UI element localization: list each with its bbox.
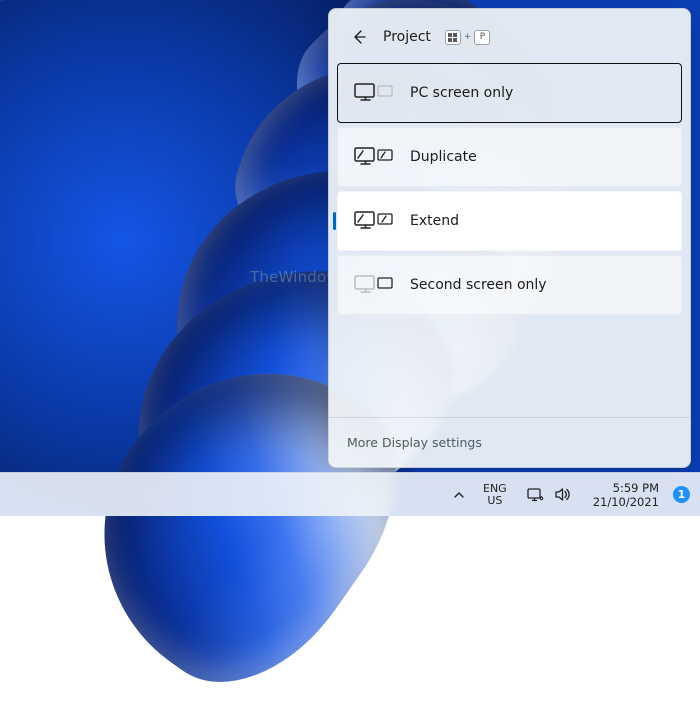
notification-center-button[interactable]: 1 <box>673 486 690 503</box>
flyout-header: Project + P <box>329 13 690 59</box>
system-tray[interactable] <box>519 482 579 507</box>
taskbar-clock[interactable]: 5:59 PM 21/10/2021 <box>585 477 667 513</box>
notification-count: 1 <box>678 488 686 501</box>
option-label: PC screen only <box>410 85 513 101</box>
extend-icon <box>354 210 394 232</box>
option-label: Extend <box>410 213 459 229</box>
option-label: Second screen only <box>410 277 547 293</box>
chevron-up-icon <box>453 489 465 501</box>
pc-screen-only-icon <box>354 82 394 104</box>
tray-overflow-button[interactable] <box>447 483 471 507</box>
network-icon <box>527 486 544 503</box>
second-screen-only-icon <box>354 274 394 296</box>
lang-line1: ENG <box>483 483 507 495</box>
duplicate-icon <box>354 146 394 168</box>
arrow-left-icon <box>351 29 367 45</box>
more-display-settings-link[interactable]: More Display settings <box>347 435 482 450</box>
flyout-title: Project <box>383 29 431 45</box>
volume-icon <box>554 486 571 503</box>
option-extend[interactable]: Extend <box>337 191 682 251</box>
lang-line2: US <box>487 495 502 507</box>
flyout-footer: More Display settings <box>329 417 690 467</box>
project-flyout: Project + P PC screen only <box>328 8 691 468</box>
project-options-list: PC screen only Duplicate <box>329 59 690 319</box>
taskbar: ENG US 5:59 PM 21/10/2021 1 <box>0 472 700 516</box>
option-second-screen-only[interactable]: Second screen only <box>337 255 682 315</box>
language-switcher[interactable]: ENG US <box>477 479 513 511</box>
back-button[interactable] <box>345 23 373 51</box>
win-key-icon <box>445 30 461 45</box>
option-label: Duplicate <box>410 149 477 165</box>
clock-date: 21/10/2021 <box>593 495 659 509</box>
clock-time: 5:59 PM <box>613 481 659 495</box>
shortcut-hint: + P <box>445 30 491 45</box>
option-pc-screen-only[interactable]: PC screen only <box>337 63 682 123</box>
p-key-icon: P <box>474 30 490 45</box>
plus-icon: + <box>464 32 472 42</box>
option-duplicate[interactable]: Duplicate <box>337 127 682 187</box>
